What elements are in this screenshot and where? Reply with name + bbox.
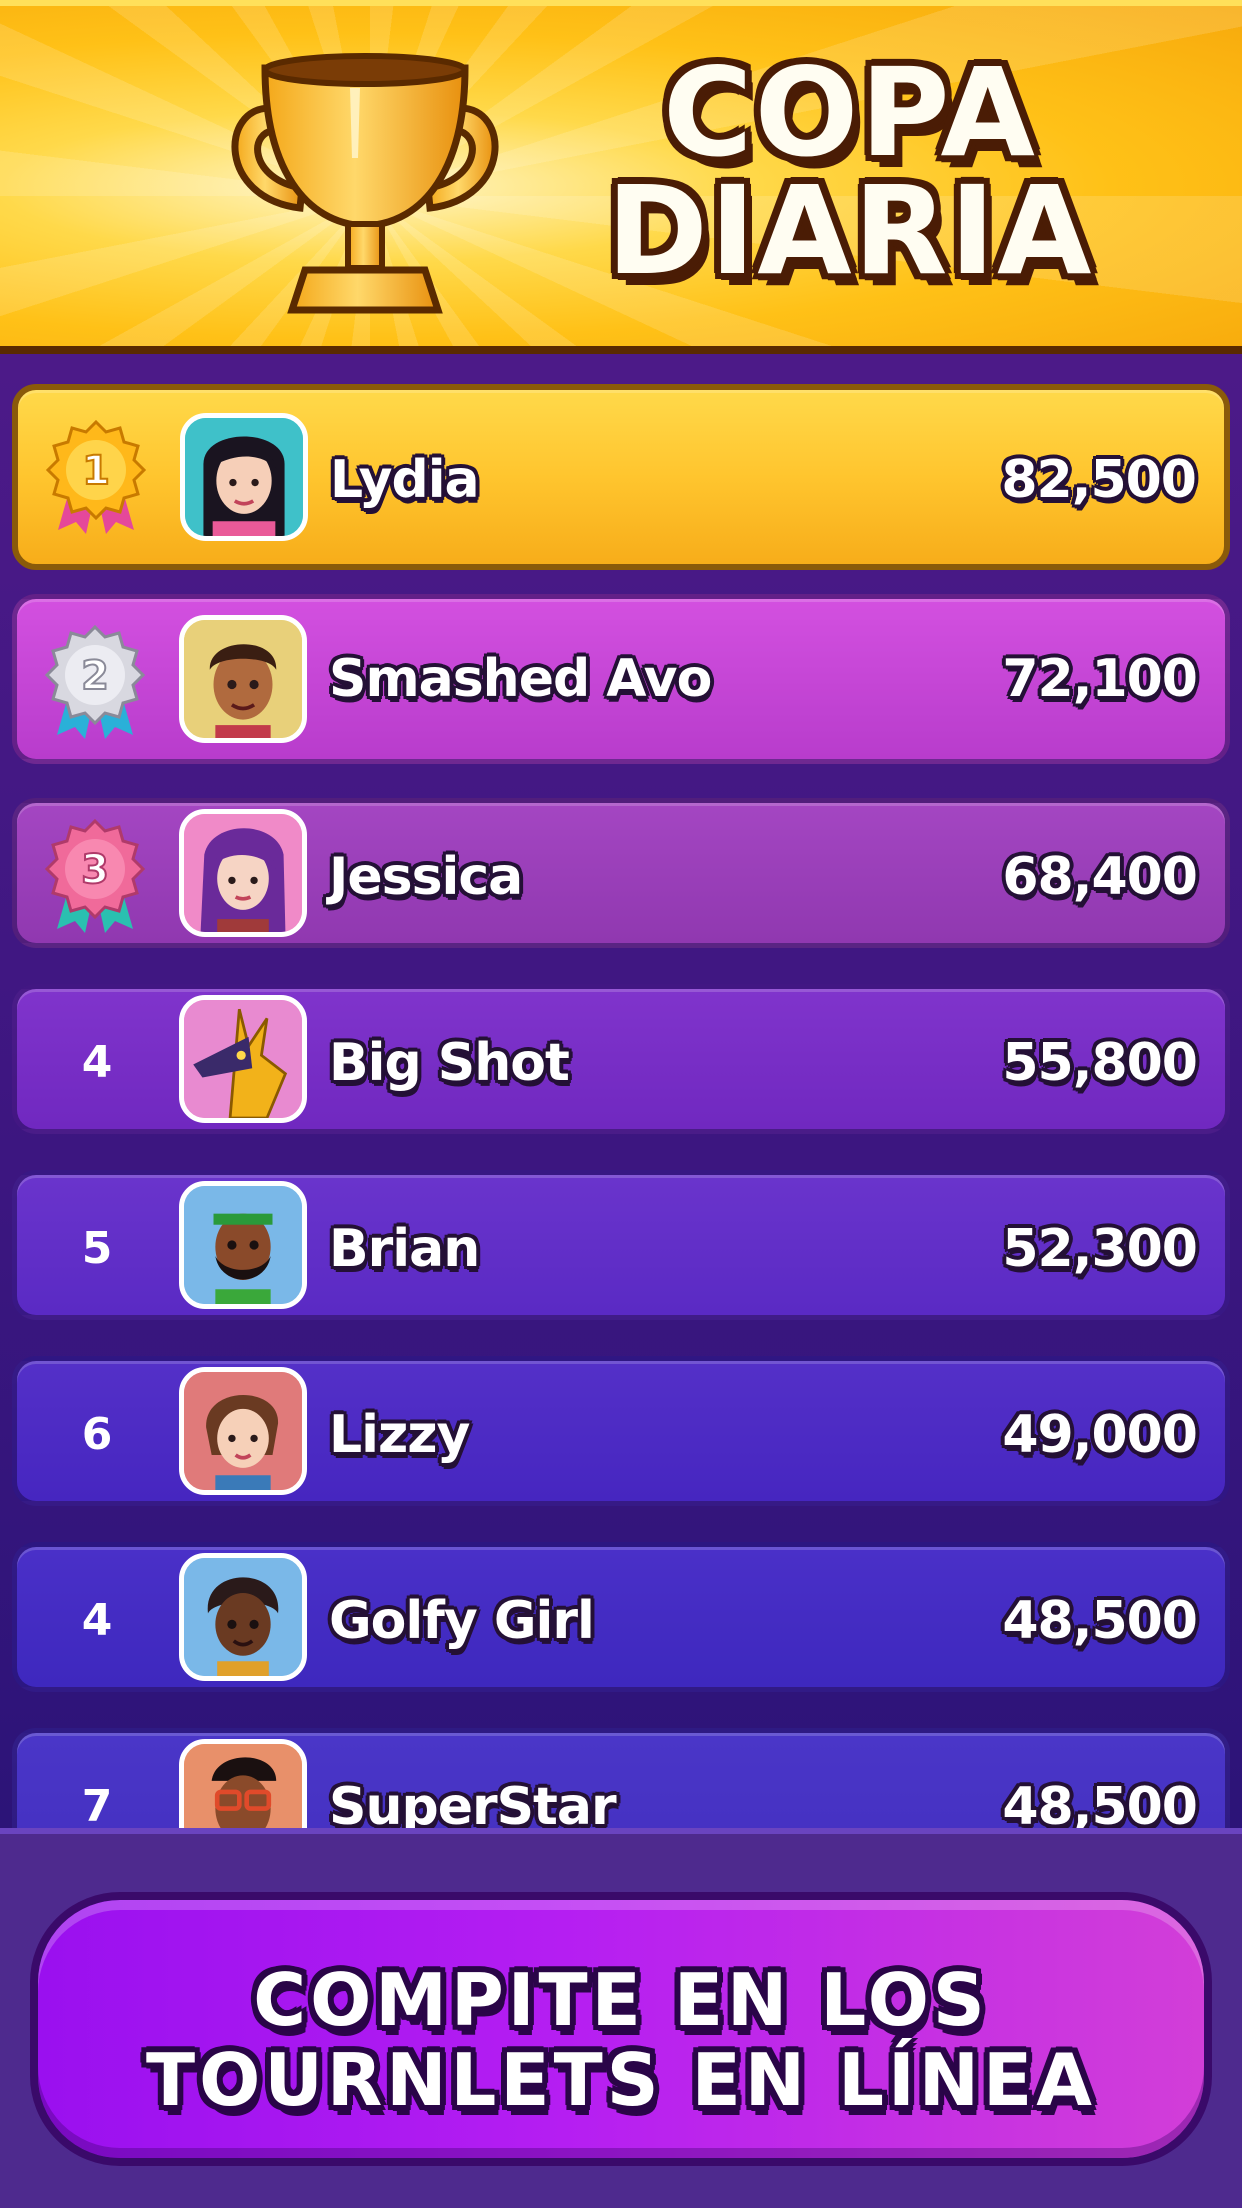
daily-cup-header: COPA DIARIA (0, 0, 1242, 354)
player-name: Brian (329, 1219, 480, 1279)
avatar (179, 1181, 307, 1309)
avatar (179, 1739, 307, 1828)
avatar (180, 413, 308, 541)
woman-black-hair-avatar-icon (185, 418, 303, 536)
rank-number: 2 (81, 653, 109, 699)
player-score: 82,500 (1001, 450, 1197, 510)
avatar (179, 809, 307, 937)
leaderboard-row[interactable]: 3 Jessica 68,400 (12, 798, 1230, 948)
player-score: 55,800 (1002, 1033, 1198, 1093)
leaderboard-row[interactable]: 4 Big Shot 55,800 (12, 984, 1230, 1134)
avatar (179, 615, 307, 743)
compete-online-label: COMPITE EN LOS TOURNLETS EN LÍNEA (38, 1960, 1204, 2120)
rank-number: 4 (81, 1595, 113, 1646)
rank-number: 6 (81, 1409, 113, 1460)
silver-medal-icon: 2 (44, 624, 146, 739)
woman-purple-hair-avatar-icon (184, 814, 302, 932)
player-name: Jessica (329, 847, 523, 907)
title-line-1: COPA (663, 42, 1037, 184)
leaderboard-row[interactable]: 7 SuperStar 48,500 (12, 1728, 1230, 1828)
rank-number: 5 (81, 1223, 113, 1274)
rank-number: 7 (81, 1781, 113, 1828)
player-name: Golfy Girl (329, 1591, 595, 1651)
man-curly-hair-avatar-icon (184, 620, 302, 738)
man-glasses-avatar-icon (184, 1744, 302, 1828)
avatar (179, 1553, 307, 1681)
compete-online-button[interactable]: COMPITE EN LOS TOURNLETS EN LÍNEA (30, 1892, 1212, 2166)
player-name: Smashed Avo (329, 649, 712, 709)
cta-line-2: TOURNLETS EN LÍNEA (146, 2038, 1096, 2122)
avatar (179, 1367, 307, 1495)
player-score: 52,300 (1002, 1219, 1198, 1279)
rank-number: 4 (81, 1037, 113, 1088)
rank-number: 1 (82, 448, 110, 494)
player-score: 49,000 (1002, 1405, 1198, 1465)
leaderboard-row[interactable]: 2 Smashed Avo 72,100 (12, 594, 1230, 764)
page-title: COPA DIARIA (600, 42, 1100, 302)
player-name: Big Shot (329, 1033, 570, 1093)
anubis-avatar-icon (184, 1000, 302, 1118)
title-line-2: DIARIA (606, 160, 1094, 302)
leaderboard-row[interactable]: 5 Brian 52,300 (12, 1170, 1230, 1320)
player-name: SuperStar (329, 1777, 617, 1828)
footer-panel: COMPITE EN LOS TOURNLETS EN LÍNEA (0, 1828, 1242, 2208)
player-name: Lydia (330, 450, 480, 510)
leaderboard-row[interactable]: 6 Lizzy 49,000 (12, 1356, 1230, 1506)
player-score: 48,500 (1002, 1591, 1198, 1651)
cta-line-1: COMPITE EN LOS (253, 1958, 989, 2042)
player-name: Lizzy (329, 1405, 470, 1465)
gold-medal-icon: 1 (45, 419, 147, 534)
leaderboard-list[interactable]: 1 Lydia 82,500 2 Smashed Avo 72,100 3 Je… (0, 354, 1242, 1828)
player-score: 48,500 (1002, 1777, 1198, 1828)
avatar (179, 995, 307, 1123)
woman-ponytail-avatar-icon (184, 1372, 302, 1490)
player-score: 72,100 (1002, 649, 1198, 709)
player-score: 68,400 (1002, 847, 1198, 907)
trophy-icon (231, 53, 499, 314)
leaderboard-row[interactable]: 1 Lydia 82,500 (12, 384, 1230, 570)
bronze-medal-icon: 3 (44, 818, 146, 933)
rank-number: 3 (81, 847, 109, 893)
leaderboard-row[interactable]: 4 Golfy Girl 48,500 (12, 1542, 1230, 1692)
man-headband-beard-avatar-icon (184, 1186, 302, 1304)
girl-curly-hair-avatar-icon (184, 1558, 302, 1676)
